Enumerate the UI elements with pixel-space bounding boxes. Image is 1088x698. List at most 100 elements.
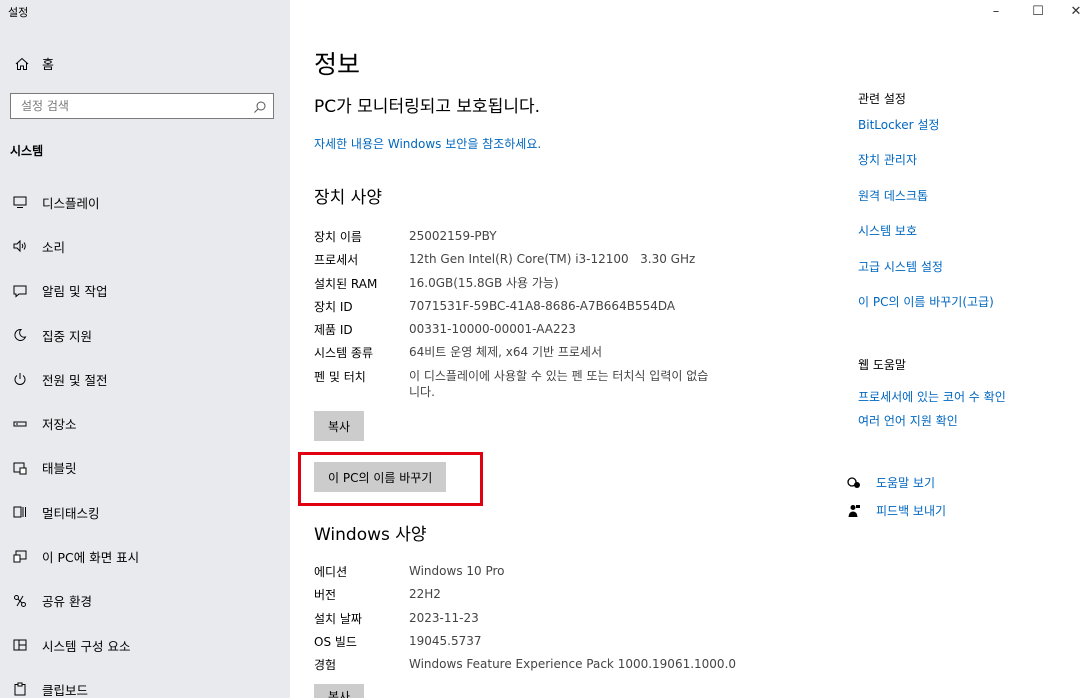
section-title-system: 시스템 (10, 144, 44, 158)
sidebar-item-notifications[interactable]: 알림 및 작업 (0, 269, 290, 313)
sidebar-nav: 디스플레이 소리 알림 및 작업 집중 지원 전원 및 절전 저장소 태블릿 멀… (0, 180, 290, 698)
search-input[interactable] (21, 99, 241, 113)
related-settings-title: 관련 설정 (858, 92, 906, 106)
minimize-button[interactable]: – (976, 0, 1016, 22)
sidebar-item-display[interactable]: 디스플레이 (0, 180, 290, 224)
sidebar-item-label: 소리 (42, 239, 66, 255)
tablet-icon (12, 460, 28, 476)
device-specs-title: 장치 사양 (314, 188, 382, 208)
copy-device-specs-button[interactable]: 복사 (314, 411, 365, 441)
sidebar-item-label: 이 PC에 화면 표시 (42, 550, 140, 566)
device-manager-link[interactable]: 장치 관리자 (858, 151, 917, 168)
project-icon (12, 549, 28, 565)
language-support-link[interactable]: 여러 언어 지원 확인 (858, 412, 958, 429)
spec-key: 설치된 RAM (314, 276, 378, 291)
sidebar-home[interactable]: 홈 (14, 54, 54, 73)
sidebar-item-sound[interactable]: 소리 (0, 224, 290, 268)
device-specs-table: 장치 이름 25002159-PBY 프로세서 12th Gen Intel(R) … (314, 228, 739, 408)
web-help-title: 웹 도움말 (858, 358, 906, 372)
search-icon[interactable] (253, 99, 267, 113)
notification-icon (12, 283, 28, 299)
help-icon (846, 475, 862, 491)
sidebar-item-clipboard[interactable]: 클립보드 (0, 667, 290, 698)
sidebar-item-project-to-pc[interactable]: 이 PC에 화면 표시 (0, 534, 290, 578)
windows-specs-title: Windows 사양 (314, 525, 427, 545)
system-protection-link[interactable]: 시스템 보호 (858, 222, 917, 239)
sidebar-item-storage[interactable]: 저장소 (0, 401, 290, 445)
spec-value: 이 디스플레이에 사용할 수 있는 펜 또는 터치식 입력이 없습니다. (409, 368, 709, 399)
copy-windows-specs-button[interactable]: 복사 (314, 684, 365, 698)
spec-key: OS 빌드 (314, 634, 357, 649)
spec-row: 펜 및 터치 이 디스플레이에 사용할 수 있는 펜 또는 터치식 입력이 없습니… (314, 368, 739, 408)
spec-row: 경험 Windows Feature Experience Pack 1000.1… (314, 656, 769, 679)
get-help-link[interactable]: 도움말 보기 (846, 474, 935, 491)
spec-key: 장치 이름 (314, 230, 362, 244)
storage-icon (12, 416, 28, 432)
spec-value: 64비트 운영 체제, x64 기반 프로세서 (409, 345, 603, 360)
close-button[interactable]: ✕ (1056, 0, 1088, 22)
bitlocker-settings-link[interactable]: BitLocker 설정 (858, 116, 939, 133)
spec-key: 경험 (314, 658, 337, 673)
spec-key: 제품 ID (314, 323, 353, 338)
page-title: 정보 (314, 50, 361, 79)
protection-status-title: PC가 모니터링되고 보호됩니다. (314, 97, 541, 117)
sidebar-item-label: 디스플레이 (42, 195, 100, 211)
search-box[interactable] (10, 93, 274, 119)
sidebar-item-shared-experiences[interactable]: 공유 환경 (0, 579, 290, 623)
spec-value: 2023-11-23 (409, 610, 479, 625)
sidebar-item-tablet[interactable]: 태블릿 (0, 446, 290, 490)
sidebar-item-multitasking[interactable]: 멀티태스킹 (0, 490, 290, 534)
spec-value: 19045.5737 (409, 633, 482, 648)
sidebar-item-label: 시스템 구성 요소 (42, 638, 131, 654)
sidebar-item-label: 집중 지원 (42, 328, 92, 344)
main-content: 정보 PC가 모니터링되고 보호됩니다. 자세한 내용은 Windows 보안을… (290, 0, 830, 698)
sidebar-item-power[interactable]: 전원 및 절전 (0, 357, 290, 401)
spec-value: Windows Feature Experience Pack 1000.190… (409, 657, 737, 672)
rename-pc-advanced-link[interactable]: 이 PC의 이름 바꾸기(고급) (858, 293, 994, 310)
focus-assist-icon (12, 327, 28, 343)
app-title: 설정 (8, 6, 29, 19)
sidebar-item-focus-assist[interactable]: 집중 지원 (0, 313, 290, 357)
send-feedback-link[interactable]: 피드백 보내기 (846, 502, 946, 519)
clipboard-icon (12, 681, 28, 697)
get-help-label: 도움말 보기 (876, 476, 936, 490)
maximize-button[interactable]: ☐ (1018, 0, 1058, 22)
advanced-system-settings-link[interactable]: 고급 시스템 설정 (858, 258, 943, 275)
spec-row: 프로세서 12th Gen Intel(R) Core(TM) i3-12100 … (314, 251, 739, 274)
processor-cores-link[interactable]: 프로세서에 있는 코어 수 확인 (858, 388, 1006, 405)
system-components-icon (12, 637, 28, 653)
sidebar-item-label: 전원 및 절전 (42, 372, 108, 388)
spec-key: 펜 및 터치 (314, 369, 366, 384)
spec-row: 제품 ID 00331-10000-00001-AA223 (314, 321, 739, 344)
sidebar-item-system-components[interactable]: 시스템 구성 요소 (0, 623, 290, 667)
spec-key: 프로세서 (314, 253, 359, 268)
sidebar-home-label: 홈 (42, 58, 54, 73)
spec-value: 7071531F-59BC-41A8-8686-A7B664B554DA (409, 298, 676, 313)
sidebar-item-label: 알림 및 작업 (42, 284, 108, 300)
spec-value: 22H2 (409, 587, 441, 602)
windows-security-link[interactable]: 자세한 내용은 Windows 보안을 참조하세요. (314, 135, 541, 152)
spec-value: 25002159-PBY (409, 229, 497, 243)
spec-value: 16.0GB(15.8GB 사용 가능) (409, 275, 559, 290)
spec-row: 설치 날짜 2023-11-23 (314, 610, 769, 633)
spec-row: 에디션 Windows 10 Pro (314, 563, 769, 586)
spec-key: 설치 날짜 (314, 611, 362, 626)
sound-icon (12, 238, 28, 254)
spec-row: 장치 이름 25002159-PBY (314, 228, 739, 251)
highlight-box (298, 452, 483, 506)
spec-row: 설치된 RAM 16.0GB(15.8GB 사용 가능) (314, 275, 739, 298)
shared-experience-icon (12, 593, 28, 609)
spec-row: 시스템 종류 64비트 운영 체제, x64 기반 프로세서 (314, 344, 739, 367)
sidebar-item-label: 멀티태스킹 (42, 505, 100, 521)
spec-key: 장치 ID (314, 299, 353, 314)
spec-row: OS 빌드 19045.5737 (314, 633, 769, 656)
spec-key: 버전 (314, 588, 337, 603)
sidebar-item-label: 저장소 (42, 417, 77, 433)
spec-value: 00331-10000-00001-AA223 (409, 322, 576, 337)
spec-row: 버전 22H2 (314, 586, 769, 609)
remote-desktop-link[interactable]: 원격 데스크톱 (858, 187, 928, 204)
multitasking-icon (12, 504, 28, 520)
display-icon (12, 194, 28, 210)
windows-specs-table: 에디션 Windows 10 Pro 버전 22H2 설치 날짜 2023-11-23… (314, 563, 769, 679)
spec-key: 에디션 (314, 565, 348, 579)
